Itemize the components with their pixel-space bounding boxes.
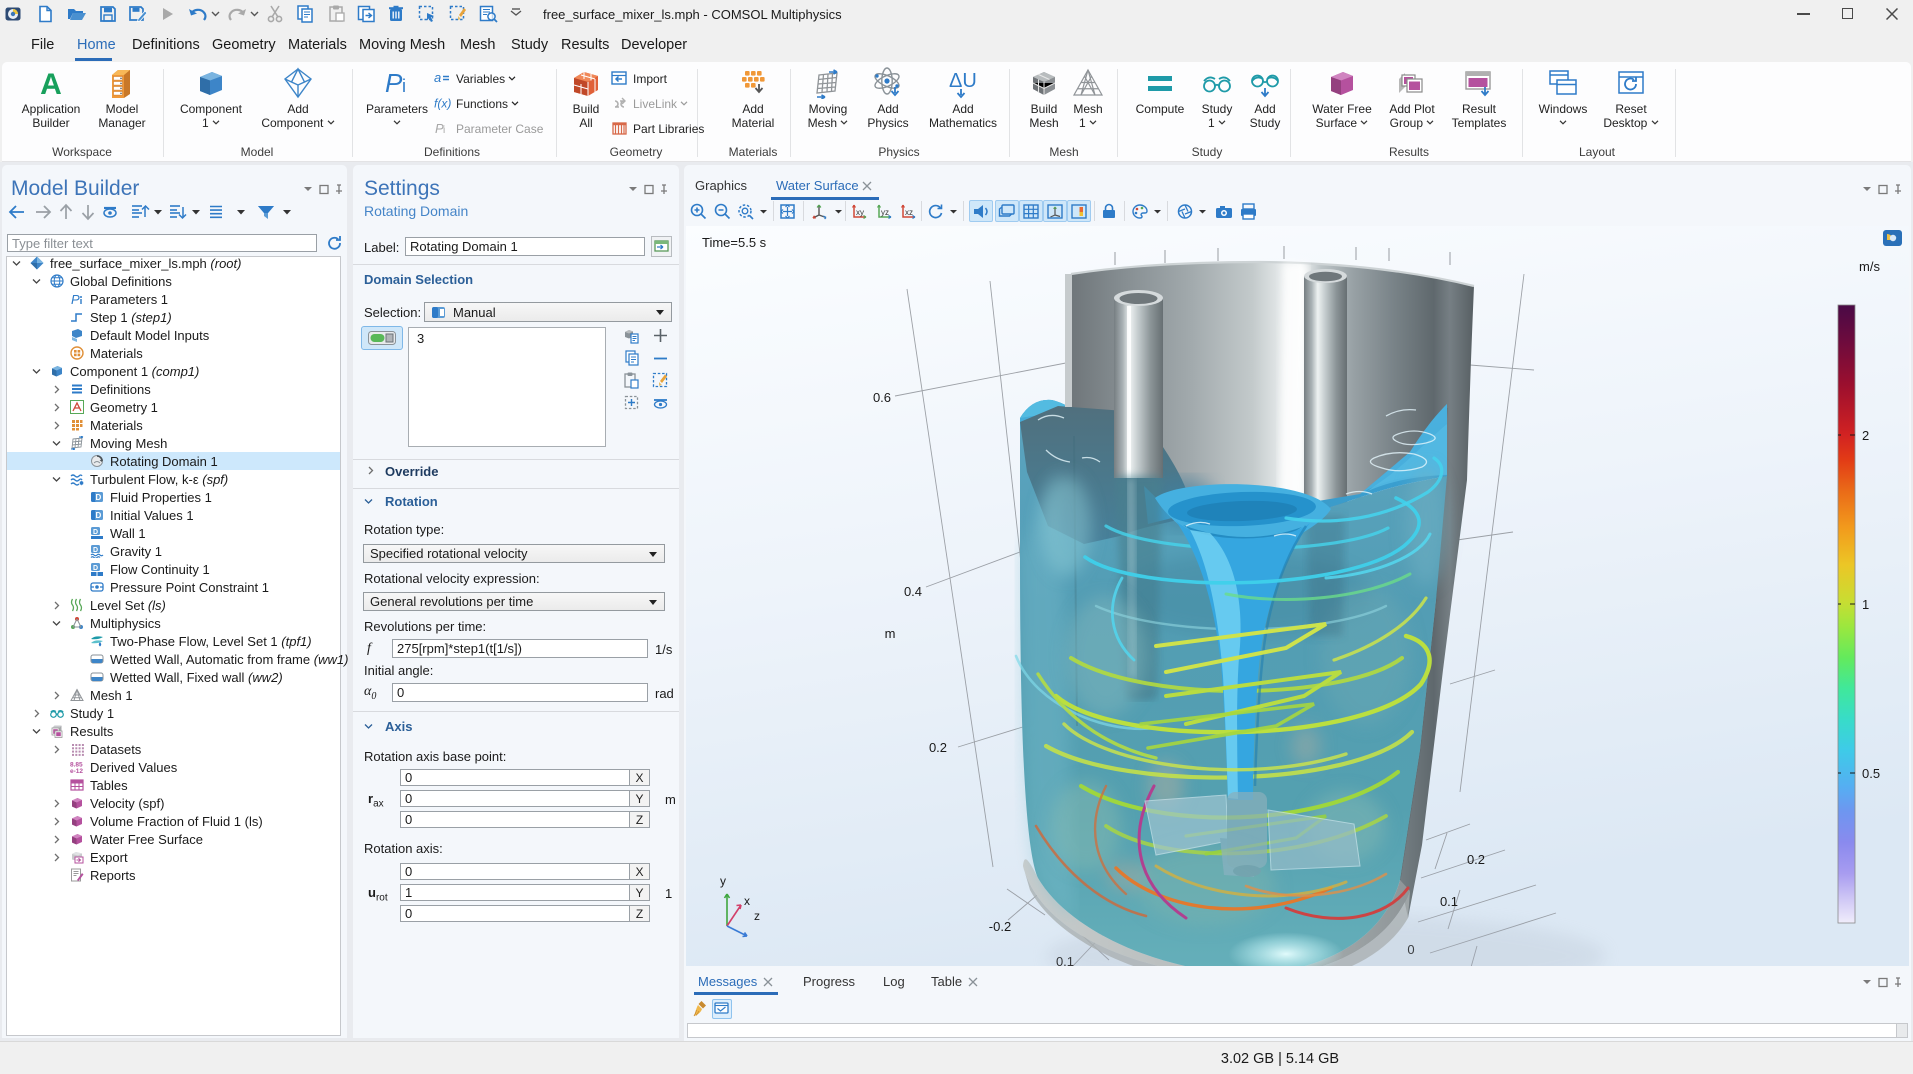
- svg-text:0.2: 0.2: [1467, 852, 1485, 867]
- svg-text:y: y: [720, 874, 726, 888]
- svg-text:m: m: [885, 626, 896, 641]
- svg-text:i: i: [402, 76, 406, 96]
- svg-text:0.1: 0.1: [1440, 894, 1458, 909]
- svg-text:ΔU: ΔU: [949, 70, 977, 92]
- svg-text:A: A: [40, 68, 62, 99]
- svg-text:D: D: [93, 565, 98, 572]
- svg-text:P: P: [385, 68, 403, 98]
- svg-text:0.4: 0.4: [904, 584, 922, 599]
- svg-text:m/s: m/s: [1859, 259, 1880, 274]
- svg-text:f(x): f(x): [434, 97, 451, 111]
- svg-text:xy: xy: [856, 208, 864, 217]
- svg-text:D: D: [96, 493, 102, 502]
- svg-text:a: a: [434, 70, 441, 85]
- svg-text:z: z: [754, 909, 760, 923]
- svg-text:i: i: [443, 125, 445, 136]
- svg-text:1: 1: [1862, 597, 1869, 612]
- svg-text:0.2: 0.2: [929, 740, 947, 755]
- svg-text:2: 2: [1862, 428, 1869, 443]
- svg-text:P: P: [71, 292, 80, 306]
- svg-text:D: D: [93, 529, 98, 536]
- svg-text:0.5: 0.5: [1862, 766, 1880, 781]
- svg-text:Time=5.5 s: Time=5.5 s: [702, 235, 767, 250]
- svg-text:D: D: [96, 511, 102, 520]
- svg-text:xz: xz: [905, 208, 913, 217]
- svg-text:-0.2: -0.2: [989, 919, 1011, 934]
- svg-text:e-12: e-12: [70, 768, 83, 774]
- svg-text:yz: yz: [881, 208, 889, 217]
- svg-text:x: x: [744, 894, 750, 908]
- svg-text:0.6: 0.6: [873, 390, 891, 405]
- svg-text:D: D: [93, 547, 98, 554]
